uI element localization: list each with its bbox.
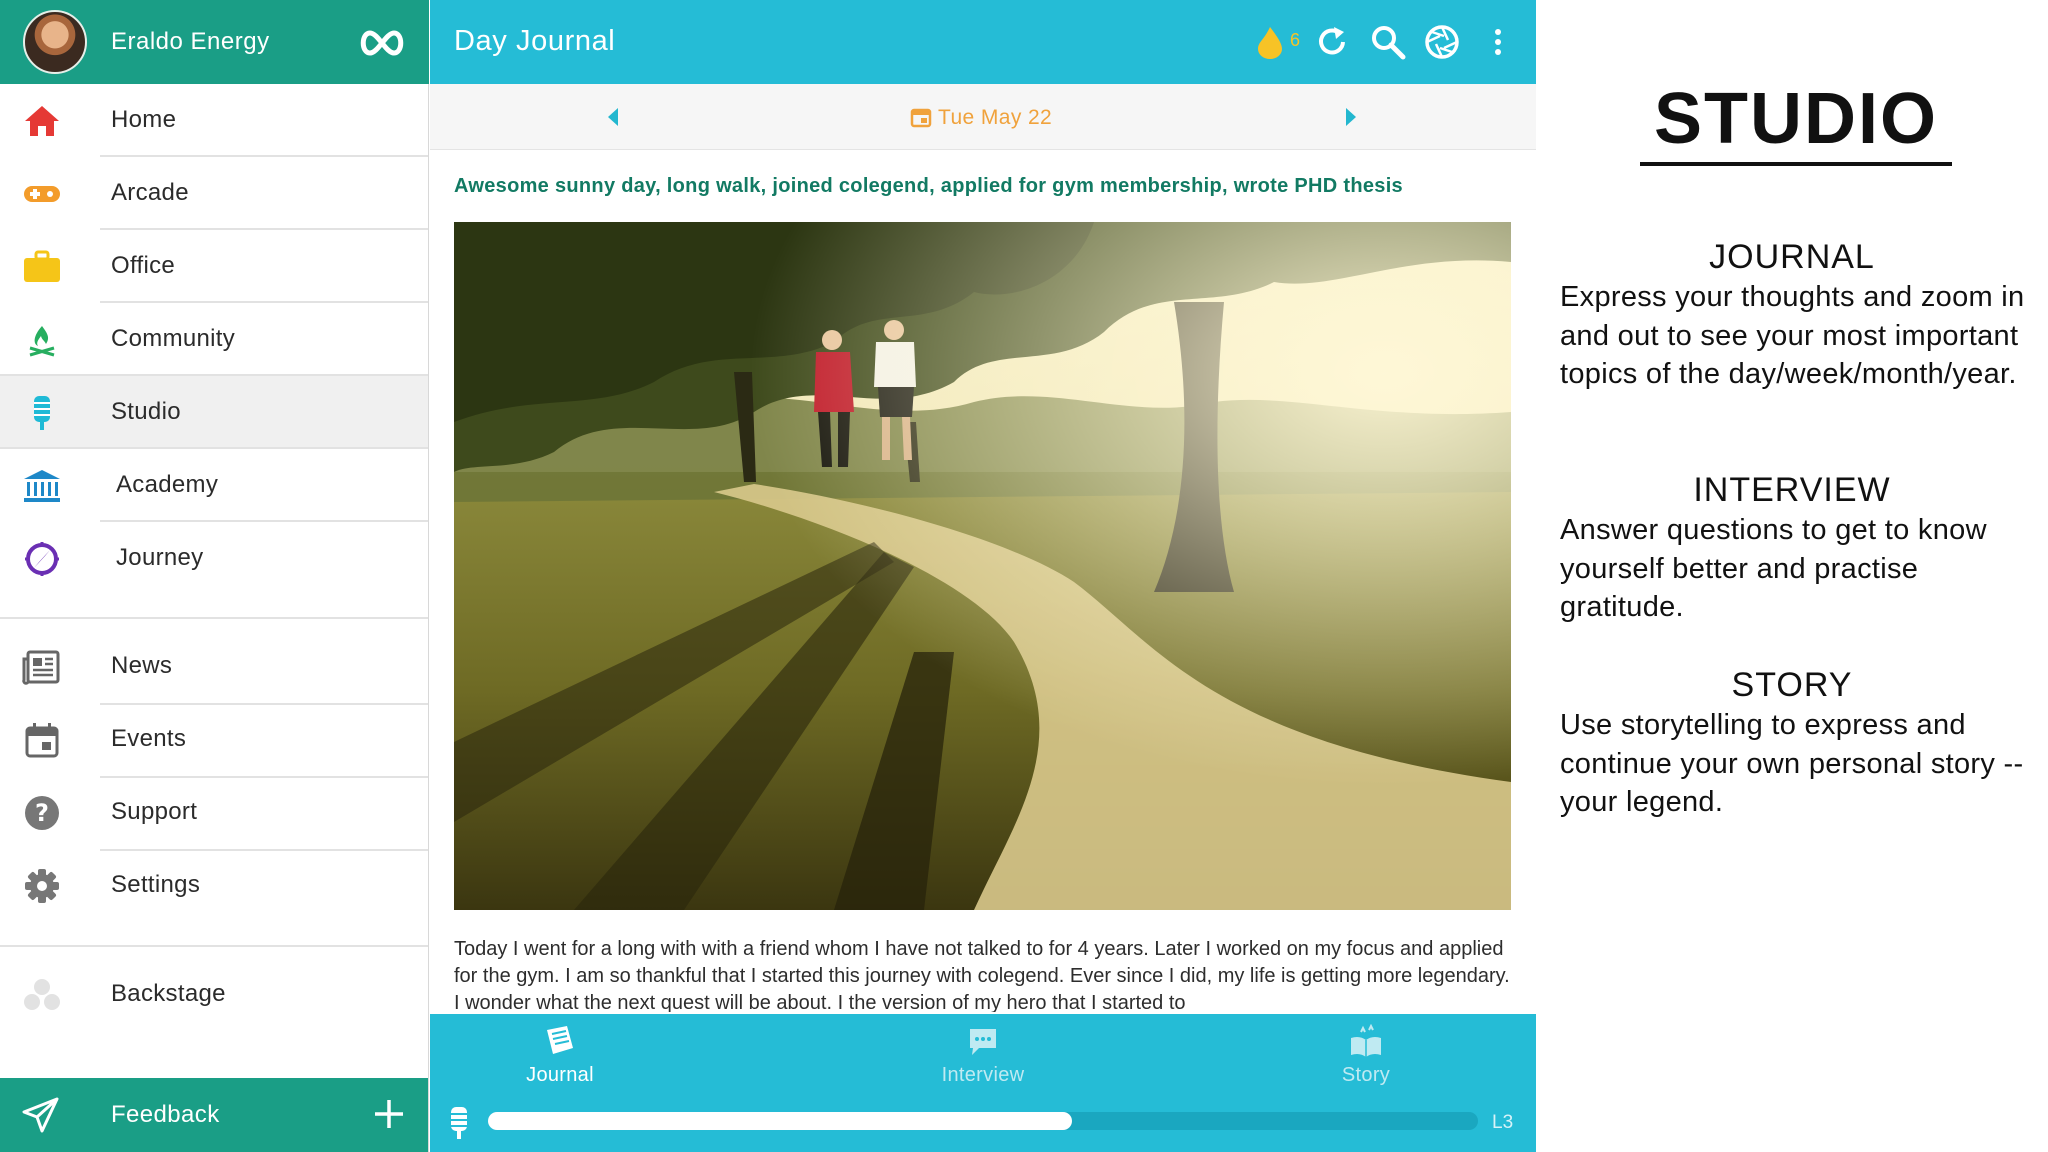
briefcase-icon xyxy=(24,250,60,282)
sidebar-header: Eraldo Energy xyxy=(0,0,429,84)
divider xyxy=(0,617,428,619)
sidebar-item-label: Home xyxy=(111,106,177,133)
tab-journal[interactable]: Journal xyxy=(470,1024,650,1104)
more-options-icon[interactable] xyxy=(1480,24,1516,60)
tab-label: Story xyxy=(1341,1064,1391,1086)
level-label: L3 xyxy=(1492,1112,1514,1133)
entry-title[interactable]: Awesome sunny day, long walk, joined col… xyxy=(454,175,1403,198)
next-day-arrow-icon[interactable] xyxy=(1346,108,1356,126)
tab-story[interactable]: Story xyxy=(1276,1024,1456,1104)
institution-icon xyxy=(24,470,60,502)
user-name[interactable]: Eraldo Energy xyxy=(111,28,270,56)
infinity-icon[interactable] xyxy=(358,28,406,58)
section-heading-interview: INTERVIEW xyxy=(1693,471,1891,509)
sidebar-item-label: Office xyxy=(111,252,176,279)
page-title: Day Journal xyxy=(454,25,616,57)
microphone-icon xyxy=(34,396,50,430)
app-bar: Day Journal 6 xyxy=(430,0,1536,84)
compass-icon xyxy=(25,542,59,576)
current-date[interactable]: Tue May 22 xyxy=(938,106,1052,130)
section-text-interview: Answer questions to get to know yourself… xyxy=(1560,514,1987,623)
plus-icon[interactable] xyxy=(372,1097,406,1131)
sidebar: Eraldo Energy Home Arcade Office Communi… xyxy=(0,0,429,1152)
svg-text:?: ? xyxy=(35,799,49,827)
help-icon: ? xyxy=(25,796,59,830)
section-text-journal: Express your thoughts and zoom in and ou… xyxy=(1560,281,2025,390)
sidebar-item-label: Support xyxy=(111,798,198,825)
studio-tab-bar: Journal Interview Story L3 xyxy=(430,1014,1536,1152)
previous-day-arrow-icon[interactable] xyxy=(608,108,618,126)
campfire-icon xyxy=(29,326,55,357)
sidebar-item-studio[interactable]: Studio xyxy=(0,376,428,449)
section-heading-story: STORY xyxy=(1731,666,1853,704)
newspaper-icon xyxy=(22,650,60,685)
sidebar-item-arcade[interactable]: Arcade xyxy=(0,157,428,230)
progress-fill xyxy=(488,1112,1073,1130)
gear-icon xyxy=(25,869,59,903)
tab-interview[interactable]: Interview xyxy=(893,1024,1073,1104)
calendar-icon xyxy=(25,723,59,758)
send-icon xyxy=(22,1097,59,1133)
feedback-label: Feedback xyxy=(111,1101,220,1128)
chat-bubble-icon xyxy=(970,1029,996,1055)
calendar-icon xyxy=(910,108,932,128)
sidebar-item-home[interactable]: Home xyxy=(0,84,428,157)
sidebar-item-backstage[interactable]: Backstage xyxy=(0,958,428,1031)
sidebar-item-journey[interactable]: Journey xyxy=(0,522,428,595)
sidebar-item-settings[interactable]: Settings xyxy=(0,849,428,922)
backstage-icon xyxy=(24,979,60,1010)
refresh-icon[interactable] xyxy=(1314,24,1350,60)
energy-drop-icon[interactable] xyxy=(1250,24,1286,60)
feedback-bar[interactable]: Feedback xyxy=(0,1078,428,1152)
microphone-icon xyxy=(451,1107,467,1139)
section-heading-journal: JOURNAL xyxy=(1709,238,1875,276)
sidebar-item-academy[interactable]: Academy xyxy=(0,449,428,522)
points-count: 6 xyxy=(1290,30,1301,50)
tab-label: Interview xyxy=(941,1064,1025,1086)
sidebar-item-label: Journey xyxy=(116,544,204,571)
gamepad-icon xyxy=(24,186,60,202)
sidebar-item-label: Backstage xyxy=(111,980,226,1007)
sidebar-item-news[interactable]: News xyxy=(0,630,428,703)
park-walk-photo xyxy=(454,222,1511,910)
level-progress-bar xyxy=(488,1112,1478,1130)
sidebar-item-label: Events xyxy=(111,725,187,752)
avatar[interactable] xyxy=(23,10,87,74)
sidebar-item-office[interactable]: Office xyxy=(0,230,428,303)
sidebar-item-label: Arcade xyxy=(111,179,189,206)
shutter-icon[interactable] xyxy=(1424,24,1460,60)
entry-body[interactable]: Today I went for a long with with a frie… xyxy=(454,936,1514,1012)
sidebar-item-events[interactable]: Events xyxy=(0,703,428,776)
sidebar-item-support[interactable]: ? Support xyxy=(0,776,428,849)
divider xyxy=(0,945,428,947)
sidebar-item-label: Studio xyxy=(111,398,181,425)
tab-label: Journal xyxy=(526,1064,594,1086)
sidebar-item-label: Community xyxy=(111,325,236,352)
sidebar-item-community[interactable]: Community xyxy=(0,303,428,376)
section-text-story: Use storytelling to express and continue… xyxy=(1560,709,2024,818)
home-icon xyxy=(25,106,59,136)
entry-photo[interactable] xyxy=(454,222,1511,910)
panel-title: STUDIO xyxy=(1640,78,1952,166)
open-book-icon xyxy=(1351,1024,1381,1057)
sidebar-item-label: Academy xyxy=(116,471,219,498)
sidebar-item-label: Settings xyxy=(111,871,201,898)
date-navigator: Tue May 22 xyxy=(430,84,1536,150)
journal-icon xyxy=(547,1026,573,1054)
sidebar-item-label: News xyxy=(111,652,173,679)
search-icon[interactable] xyxy=(1370,24,1406,60)
